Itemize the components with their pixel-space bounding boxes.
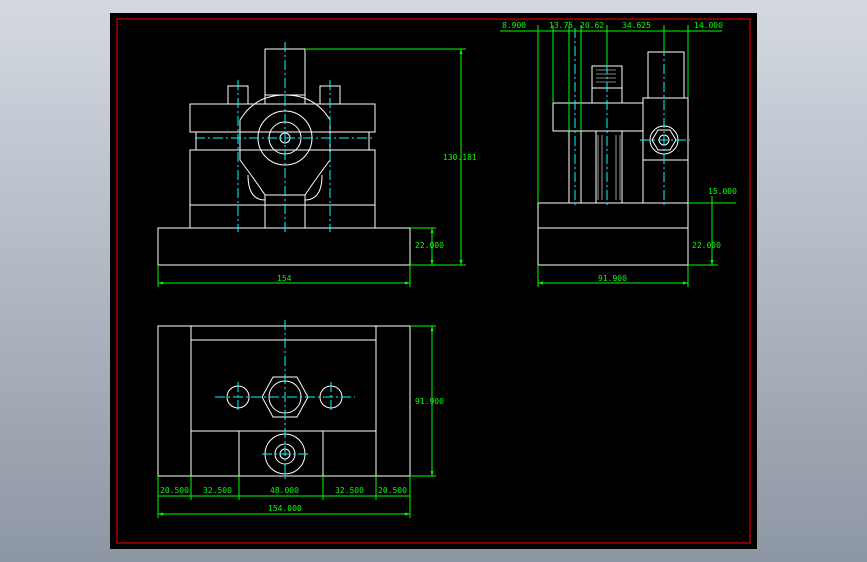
dim-top-seg-1: 20.500 [160,486,189,495]
dim-top-seg-4: 32.500 [335,486,364,495]
dim-side-step: 15.000 [708,187,737,196]
dim-top-seg-3: 48.000 [270,486,299,495]
front-dimensions [157,48,466,287]
front-view [157,48,411,266]
side-upper-plate [552,102,644,132]
dim-front-width: 154 [277,274,292,283]
dim-top-depth: 91.900 [415,397,444,406]
dim-side-top-4: 34.625 [622,21,651,30]
side-threaded-rod [595,130,623,204]
dim-side-base-height: 22.000 [692,241,721,250]
side-thread-hatch [596,69,621,200]
dim-top-seg-2: 32.500 [203,486,232,495]
dim-front-height: 130.181 [443,153,477,162]
front-centerlines [195,42,375,235]
front-body [189,149,376,229]
engineering-drawing: 130.181 22.000 154 8.900 13.75 20.62 34.… [116,18,751,544]
dim-side-top-1: 8.900 [502,21,526,30]
dim-side-top-5: 14.000 [694,21,723,30]
side-view [537,51,689,266]
top-centerlines [215,320,355,482]
cad-viewport: 130.181 22.000 154 8.900 13.75 20.62 34.… [0,0,867,562]
dim-side-width: 91.900 [598,274,627,283]
drawing-sheet: 130.181 22.000 154 8.900 13.75 20.62 34.… [110,13,757,549]
front-column [264,48,306,105]
side-base [537,202,689,266]
top-body [190,339,377,477]
dim-front-base-height: 22.000 [415,241,444,250]
side-centerlines [574,28,690,208]
dim-top-seg-5: 20.500 [378,486,407,495]
dim-side-top-2: 13.75 [549,21,573,30]
dim-side-top-3: 20.62 [580,21,604,30]
dim-top-total: 154.000 [268,504,302,513]
side-clamp-top [647,51,685,99]
front-base [157,227,411,266]
front-upper-plate [189,103,376,133]
